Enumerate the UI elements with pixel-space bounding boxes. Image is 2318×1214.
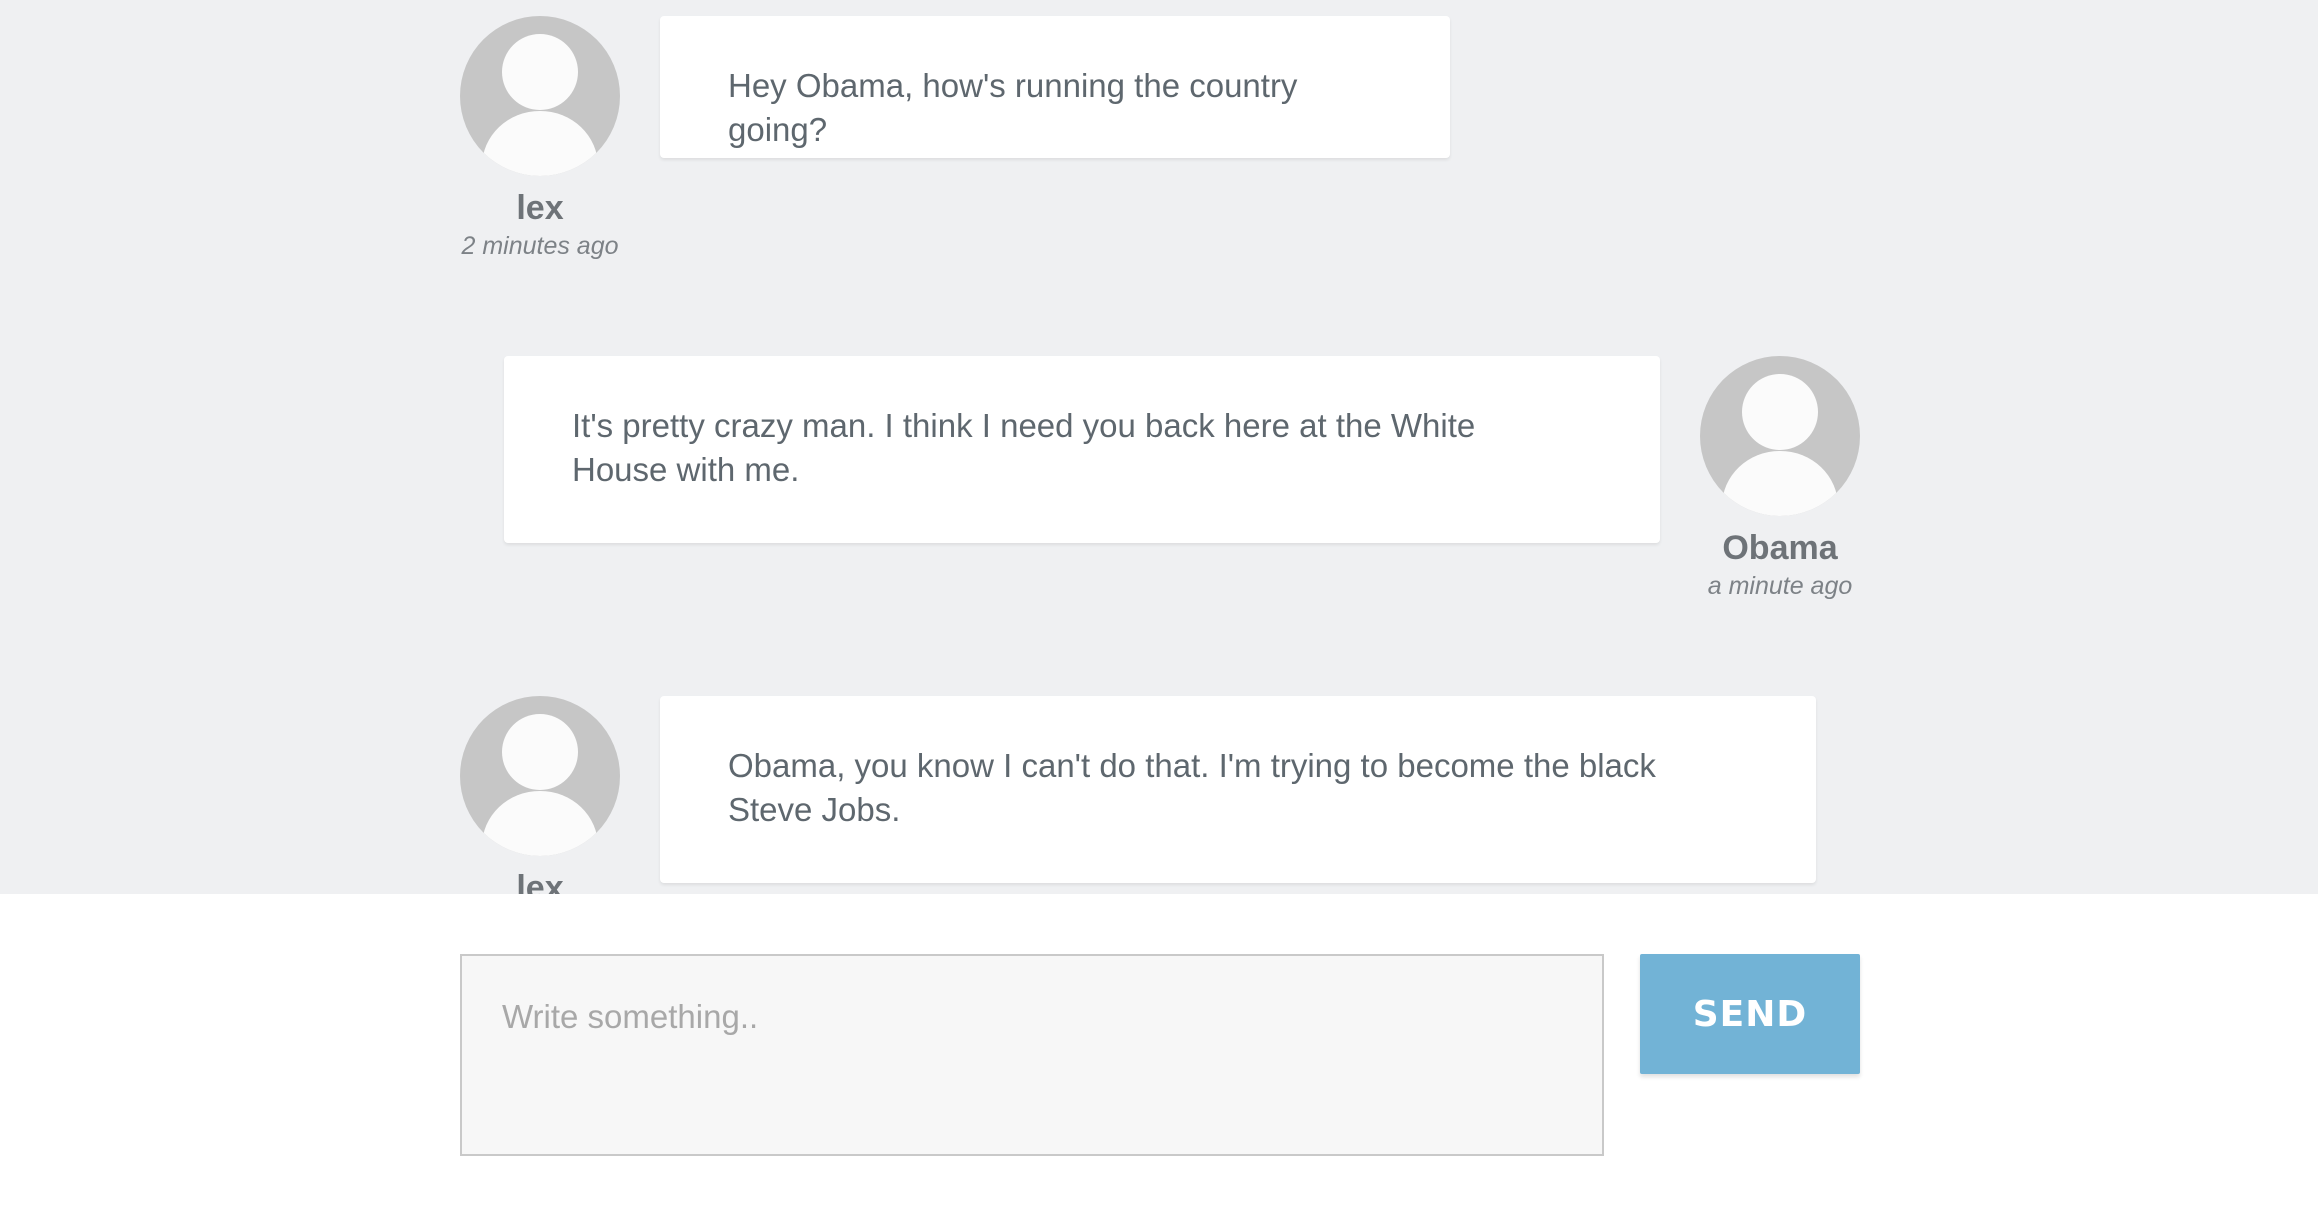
chat-messages-area[interactable]: lex 2 minutes ago Hey Obama, how's runni…	[0, 0, 2318, 894]
message-timestamp: 2 minutes ago	[461, 232, 619, 260]
user-avatar-icon	[460, 16, 620, 176]
author-name: lex	[516, 189, 564, 227]
message-input[interactable]	[460, 954, 1604, 1156]
message-bubble: Hey Obama, how's running the country goi…	[660, 16, 1450, 158]
message-timestamp: a minute ago	[1707, 572, 1853, 600]
message-bubble: It's pretty crazy man. I think I need yo…	[504, 356, 1660, 543]
user-avatar-icon	[1700, 356, 1860, 516]
send-button[interactable]: SEND	[1640, 954, 1860, 1074]
message-author: lex 2 minutes ago	[420, 188, 660, 262]
message-author: Obama a minute ago	[1660, 528, 1900, 602]
message-author: lex	[420, 868, 660, 894]
author-name: Obama	[1722, 529, 1838, 567]
author-name: lex	[516, 869, 564, 894]
message-composer: SEND	[0, 894, 2318, 1214]
user-avatar-icon	[460, 696, 620, 856]
message-bubble: Obama, you know I can't do that. I'm try…	[660, 696, 1816, 883]
